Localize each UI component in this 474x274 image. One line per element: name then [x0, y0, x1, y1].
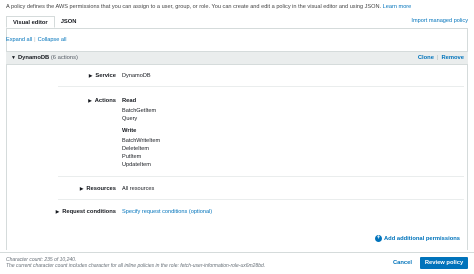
- actions-row-label[interactable]: ▶ Actions: [6, 98, 116, 104]
- toolbar-separator: |: [34, 37, 36, 43]
- intro-description: A policy defines the AWS permissions tha…: [6, 4, 382, 10]
- remove-button[interactable]: Remove: [441, 55, 464, 61]
- row-divider: [58, 176, 464, 177]
- review-policy-button[interactable]: Review policy: [420, 257, 468, 269]
- service-value: DynamoDB: [122, 73, 151, 79]
- character-count-note: The current character count includes cha…: [6, 263, 266, 269]
- action-item: UpdateItem: [122, 162, 151, 168]
- action-item: PutItem: [122, 154, 142, 160]
- expand-arrow-icon[interactable]: ▶: [89, 73, 92, 78]
- actions-separator: |: [436, 55, 439, 61]
- cancel-button[interactable]: Cancel: [393, 260, 412, 266]
- add-permissions-label: Add additional permissions: [383, 236, 460, 243]
- add-additional-permissions-button[interactable]: + Add additional permissions: [374, 235, 460, 243]
- resources-value: All resources: [122, 186, 155, 192]
- expand-arrow-icon[interactable]: ▶: [80, 186, 83, 191]
- collapse-all-link[interactable]: Collapse all: [38, 37, 67, 43]
- row-divider: [58, 86, 464, 87]
- tab-json[interactable]: JSON: [55, 16, 83, 28]
- expand-arrow-icon[interactable]: ▶: [56, 209, 59, 214]
- specify-request-conditions-link[interactable]: Specify request conditions (optional): [122, 209, 212, 215]
- service-block-header[interactable]: ▼ DynamoDB (6 actions) Clone | Remove: [6, 51, 468, 65]
- action-group-write: Write: [122, 128, 137, 134]
- service-block-title: DynamoDB (6 actions): [18, 55, 78, 61]
- expand-all-link[interactable]: Expand all: [6, 37, 32, 43]
- actions-label: Actions: [94, 98, 116, 104]
- action-item: DeleteItem: [122, 146, 150, 152]
- tab-visual-editor[interactable]: Visual editor: [6, 16, 55, 28]
- service-row-label[interactable]: ▶ Service: [6, 73, 116, 79]
- row-divider: [58, 199, 464, 200]
- request-conditions-label: Request conditions: [62, 209, 116, 215]
- expand-arrow-icon[interactable]: ▶: [88, 98, 91, 103]
- service-block-actions: Clone | Remove: [418, 55, 464, 61]
- request-conditions-row-label[interactable]: ▶ Request conditions: [6, 209, 116, 215]
- plus-icon: +: [374, 235, 382, 242]
- action-group-read: Read: [122, 98, 137, 104]
- service-block-name: DynamoDB: [18, 55, 50, 61]
- clone-button[interactable]: Clone: [418, 55, 434, 61]
- editor-tabs: Visual editor JSON: [6, 16, 82, 28]
- collapse-caret-icon[interactable]: ▼: [11, 55, 16, 61]
- action-item: BatchGetItem: [122, 108, 157, 114]
- resources-row-label[interactable]: ▶ Resources: [6, 186, 116, 192]
- intro-text: A policy defines the AWS permissions tha…: [6, 4, 411, 10]
- learn-more-link[interactable]: Learn more: [383, 4, 412, 10]
- service-block-count: (6 actions): [50, 55, 78, 61]
- resources-label: Resources: [86, 186, 116, 192]
- service-label: Service: [95, 73, 116, 79]
- action-item: BatchWriteItem: [122, 138, 161, 144]
- footer-bar: Character count: 235 of 10,240. The curr…: [0, 252, 474, 274]
- import-managed-policy-link[interactable]: Import managed policy: [411, 18, 468, 24]
- action-item: Query: [122, 116, 138, 122]
- expand-collapse-toolbar: Expand all | Collapse all: [6, 37, 67, 43]
